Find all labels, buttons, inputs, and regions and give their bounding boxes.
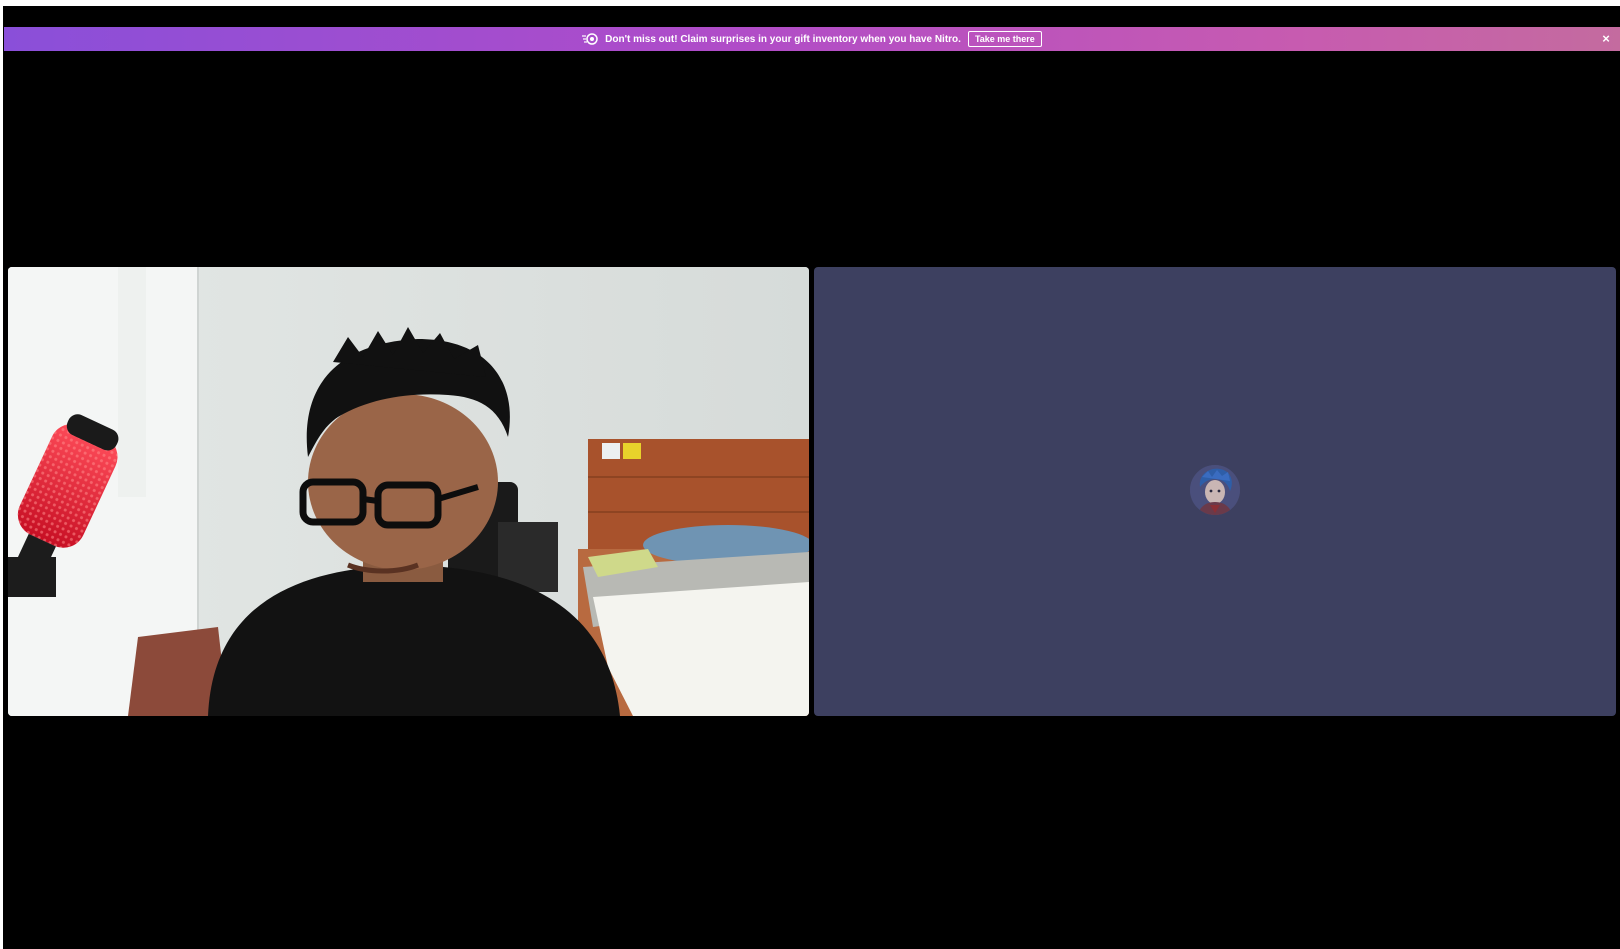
participant-avatar-tile[interactable] <box>814 267 1616 716</box>
banner-message: Don't miss out! Claim surprises in your … <box>605 33 961 45</box>
call-stage: Don't miss out! Claim surprises in your … <box>3 6 1620 949</box>
nitro-promo-banner: Don't miss out! Claim surprises in your … <box>4 27 1620 51</box>
gift-icon <box>582 33 598 45</box>
take-me-there-button[interactable]: Take me there <box>967 31 1042 47</box>
close-icon[interactable]: × <box>1598 31 1614 47</box>
camera-feed <box>8 267 809 716</box>
avatar <box>1190 465 1240 515</box>
participant-video-tile[interactable] <box>8 267 809 716</box>
